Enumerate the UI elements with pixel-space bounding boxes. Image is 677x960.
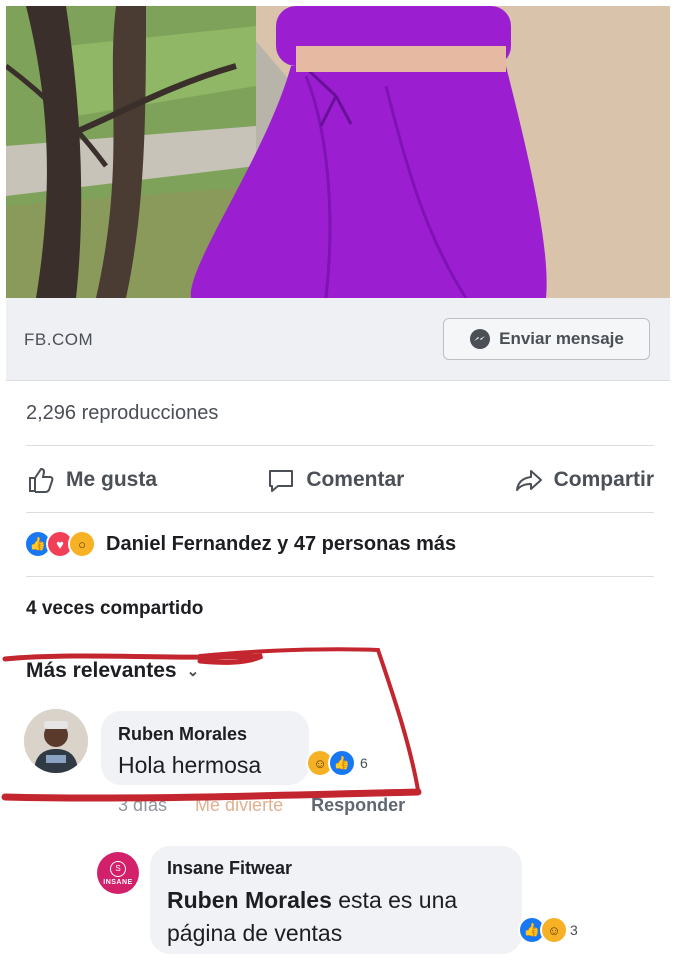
like-label: Me gusta — [66, 468, 158, 491]
comment-label: Comentar — [306, 468, 405, 491]
reply-reaction-count: 3 — [570, 922, 578, 938]
reactions-summary[interactable]: 👍 ♥ ○ Daniel Fernandez y 47 personas más — [24, 530, 456, 558]
view-count: 2,296 reproducciones — [26, 402, 219, 424]
chevron-down-icon: ⌄ — [186, 663, 200, 680]
wow-reaction-icon: ○ — [68, 530, 96, 558]
page-avatar[interactable]: S INSANE — [97, 852, 139, 894]
messenger-icon — [470, 329, 491, 349]
divider — [26, 512, 654, 513]
comment-author[interactable]: Ruben Morales — [118, 724, 247, 745]
like-reaction-icon: 👍 — [328, 749, 356, 777]
link-preview-bar: FB.COM Enviar mensaje — [6, 298, 670, 381]
share-label: Compartir — [553, 468, 654, 491]
post-photo — [6, 6, 670, 298]
send-message-label: Enviar mensaje — [499, 329, 624, 348]
comment-meta: 3 días Me divierte Responder — [118, 795, 405, 816]
reply-bubble: Insane Fitwear Ruben Morales esta es una… — [150, 846, 522, 954]
comment-reaction-count: 6 — [360, 755, 368, 771]
reply-author[interactable]: Insane Fitwear — [167, 858, 292, 879]
link-domain: FB.COM — [24, 330, 94, 349]
avatar[interactable] — [24, 709, 88, 773]
reactions-text: Daniel Fernandez y 47 personas más — [106, 532, 457, 555]
comment-like-link[interactable]: Me divierte — [195, 795, 283, 816]
reply-text: Ruben Morales esta es una página de vent… — [167, 884, 512, 950]
thumbs-up-icon — [29, 467, 54, 493]
comment-sort-label: Más relevantes — [26, 659, 177, 682]
brand-logo-icon: S — [110, 860, 126, 877]
reply-link[interactable]: Responder — [311, 795, 405, 816]
commenter-avatar-image — [24, 709, 88, 773]
comment-sort-dropdown[interactable]: Más relevantes ⌄ — [26, 659, 199, 683]
speech-bubble-icon — [269, 470, 294, 492]
haha-reaction-icon: ☺ — [540, 916, 568, 944]
comment-time[interactable]: 3 días — [118, 795, 167, 816]
avatar-brand-text: INSANE — [103, 878, 133, 886]
comment-button[interactable]: Comentar — [266, 465, 404, 495]
share-arrow-icon — [515, 470, 542, 491]
divider — [26, 576, 654, 577]
send-message-button[interactable]: Enviar mensaje — [443, 318, 650, 360]
reaction-icons: 👍 ♥ ○ — [24, 530, 96, 558]
video-thumbnail[interactable] — [6, 6, 670, 298]
comment-bubble: Ruben Morales Hola hermosa — [101, 711, 309, 785]
like-button[interactable]: Me gusta — [26, 465, 157, 495]
divider — [26, 445, 654, 446]
reply-mention[interactable]: Ruben Morales — [167, 887, 332, 913]
comment-reactions[interactable]: ☺ 👍 6 — [306, 749, 368, 777]
post-actions: Me gusta Comentar Compartir — [26, 450, 654, 510]
share-count[interactable]: 4 veces compartido — [26, 598, 203, 620]
comment-text: Hola hermosa — [118, 752, 262, 778]
reply-reactions[interactable]: 👍 ☺ 3 — [518, 916, 578, 944]
share-button[interactable]: Compartir — [514, 465, 654, 495]
